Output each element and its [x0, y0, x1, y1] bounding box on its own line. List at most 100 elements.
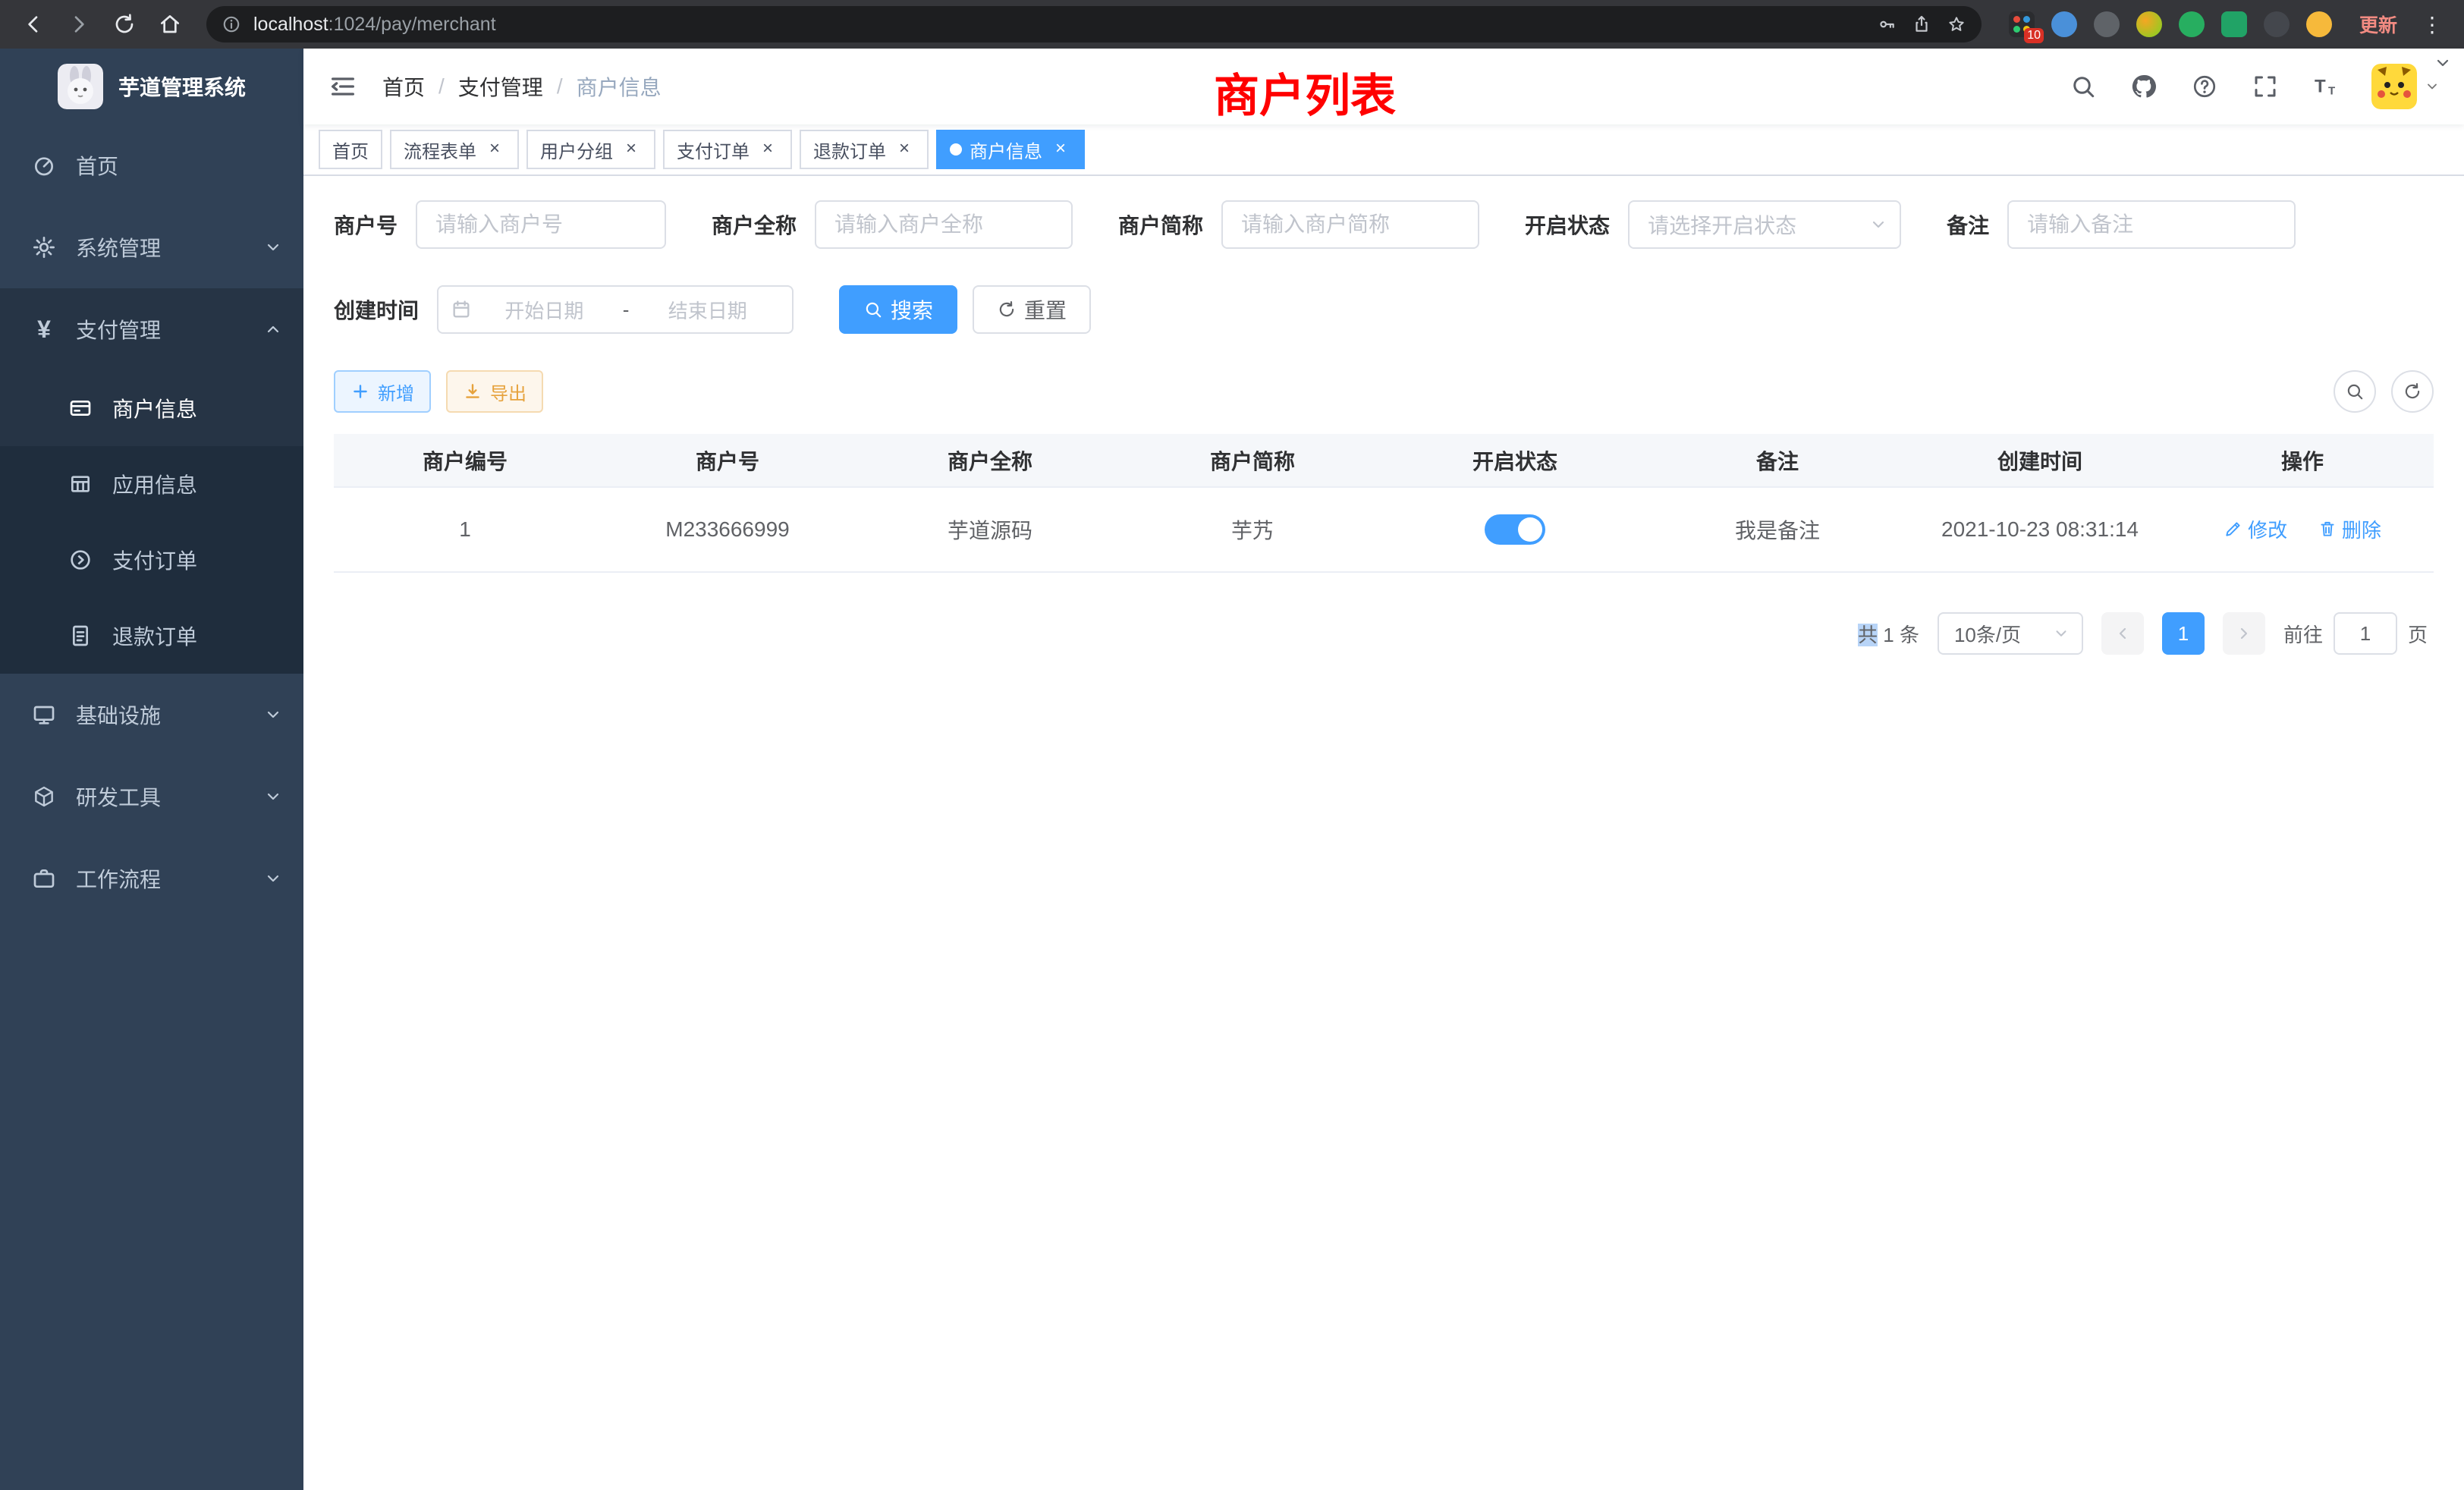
avatar: [2371, 64, 2417, 109]
chevron-down-icon: [264, 706, 282, 724]
tab-merchant-info[interactable]: 商户信息×: [936, 130, 1085, 169]
prev-page-button[interactable]: [2101, 612, 2144, 655]
sidebar-item-system[interactable]: 系统管理: [0, 206, 303, 288]
github-icon[interactable]: [2129, 71, 2159, 102]
sidebar-item-workflow[interactable]: 工作流程: [0, 838, 303, 919]
search-button[interactable]: 搜索: [839, 285, 957, 334]
green-check-extension-icon[interactable]: [2179, 11, 2205, 37]
trash-icon: [2318, 519, 2337, 539]
sidebar-item-refund-order[interactable]: 退款订单: [0, 598, 303, 674]
avatar-extension-icon[interactable]: [2136, 11, 2162, 37]
refresh-table-button[interactable]: [2391, 370, 2434, 413]
url-text[interactable]: localhost:1024/pay/merchant: [253, 14, 1865, 36]
home-button[interactable]: [152, 6, 188, 42]
bookmark-star-icon[interactable]: [1947, 14, 1966, 34]
edit-link[interactable]: 修改: [2224, 515, 2287, 543]
table-header-row: 商户编号 商户号 商户全称 商户简称 开启状态 备注 创建时间 操作: [334, 434, 2434, 487]
extension-badge: 10: [2024, 28, 2044, 43]
sidebar-item-pay-order[interactable]: 支付订单: [0, 522, 303, 598]
reload-button[interactable]: [106, 6, 143, 42]
filter-row-2: 创建时间 开始日期 - 结束日期 搜索 重置: [334, 285, 2434, 334]
sidebar-item-infrastructure[interactable]: 基础设施: [0, 674, 303, 756]
status-toggle[interactable]: [1485, 514, 1545, 545]
browser-window: localhost:1024/pay/merchant 10 更新 ⋮: [0, 0, 2464, 1490]
refresh-icon: [997, 300, 1017, 319]
sidebar-item-devtools[interactable]: 研发工具: [0, 756, 303, 838]
close-icon[interactable]: ×: [894, 139, 915, 160]
col-create-time: 创建时间: [1909, 434, 2171, 487]
sidebar-logo[interactable]: 芋道管理系统: [0, 49, 303, 124]
smiley-extension-icon[interactable]: [2306, 11, 2332, 37]
chrome-update-button[interactable]: 更新: [2350, 11, 2406, 38]
sidebar-item-home[interactable]: 首页: [0, 124, 303, 206]
start-date-placeholder[interactable]: 开始日期: [472, 296, 617, 324]
password-key-icon[interactable]: [1877, 14, 1897, 34]
tab-refund-order[interactable]: 退款订单×: [800, 130, 929, 169]
tab-home[interactable]: 首页: [319, 130, 382, 169]
dark-pinwheel-extension-icon[interactable]: [2264, 11, 2290, 37]
remark-input[interactable]: [2007, 200, 2296, 249]
next-page-button[interactable]: [2223, 612, 2265, 655]
cell-merchant-no: M233666999: [596, 487, 859, 572]
close-icon[interactable]: ×: [757, 139, 778, 160]
tab-process-form[interactable]: 流程表单×: [390, 130, 519, 169]
filter-row-1: 商户号 商户全称 商户简称 开启状态 请选择开启状态: [334, 200, 2434, 249]
bank-card-icon: [67, 395, 94, 422]
tab-counter-extension-icon[interactable]: 10: [2009, 11, 2035, 37]
forward-button[interactable]: [61, 6, 97, 42]
share-icon[interactable]: [1912, 14, 1931, 34]
green-sheet-extension-icon[interactable]: [2221, 11, 2247, 37]
search-icon: [2345, 382, 2365, 401]
search-icon[interactable]: [2068, 71, 2098, 102]
close-icon[interactable]: ×: [484, 139, 505, 160]
tab-pay-order[interactable]: 支付订单×: [663, 130, 792, 169]
toolbar-overflow-chevron[interactable]: [2434, 50, 2452, 78]
breadcrumb-merchant: 商户信息: [577, 71, 662, 102]
navbar-actions: [2068, 64, 2440, 109]
sidebar-item-app-info[interactable]: 应用信息: [0, 446, 303, 522]
cell-short-name: 芋艿: [1121, 487, 1384, 572]
merchant-no-input[interactable]: [416, 200, 666, 249]
sidebar-item-payment[interactable]: ¥ 支付管理: [0, 288, 303, 370]
cell-full-name: 芋道源码: [859, 487, 1121, 572]
back-button[interactable]: [15, 6, 52, 42]
chrome-menu-icon[interactable]: ⋮: [2415, 12, 2449, 37]
tab-user-group[interactable]: 用户分组×: [526, 130, 655, 169]
cell-create-time: 2021-10-23 08:31:14: [1909, 487, 2171, 572]
search-icon: [863, 300, 883, 319]
address-bar[interactable]: localhost:1024/pay/merchant: [206, 6, 1982, 42]
toggle-search-button[interactable]: [2334, 370, 2376, 413]
page-number-1[interactable]: 1: [2162, 612, 2205, 655]
goto-page-input[interactable]: [2334, 612, 2397, 655]
site-info-icon[interactable]: [222, 14, 241, 34]
reset-button[interactable]: 重置: [973, 285, 1091, 334]
help-icon[interactable]: [2189, 71, 2220, 102]
fullscreen-icon[interactable]: [2250, 71, 2280, 102]
breadcrumb-home[interactable]: 首页: [382, 71, 425, 102]
gray-extension-icon[interactable]: [2094, 11, 2120, 37]
briefcase-icon: [30, 865, 58, 892]
blue-drop-extension-icon[interactable]: [2051, 11, 2077, 37]
table-toolbar: 新增 导出: [334, 370, 2434, 413]
col-merchant-no: 商户号: [596, 434, 859, 487]
close-icon[interactable]: ×: [1050, 139, 1071, 160]
close-icon[interactable]: ×: [621, 139, 642, 160]
end-date-placeholder[interactable]: 结束日期: [635, 296, 780, 324]
user-avatar-menu[interactable]: [2371, 64, 2440, 109]
delete-link[interactable]: 删除: [2318, 515, 2381, 543]
font-size-icon[interactable]: [2311, 71, 2341, 102]
date-range-picker[interactable]: 开始日期 - 结束日期: [437, 285, 794, 334]
hamburger-icon[interactable]: [328, 71, 358, 102]
page-size-select[interactable]: 10条/页: [1938, 612, 2083, 655]
sidebar-item-merchant-info[interactable]: 商户信息: [0, 370, 303, 446]
active-dot: [950, 143, 962, 156]
short-name-input[interactable]: [1221, 200, 1479, 249]
add-button[interactable]: 新增: [334, 370, 431, 413]
short-name-label: 商户简称: [1118, 209, 1203, 240]
export-button[interactable]: 导出: [446, 370, 543, 413]
full-name-input[interactable]: [815, 200, 1073, 249]
full-name-label: 商户全称: [712, 209, 797, 240]
breadcrumb-payment[interactable]: 支付管理: [458, 71, 543, 102]
status-select[interactable]: 请选择开启状态: [1628, 200, 1901, 249]
col-full-name: 商户全称: [859, 434, 1121, 487]
